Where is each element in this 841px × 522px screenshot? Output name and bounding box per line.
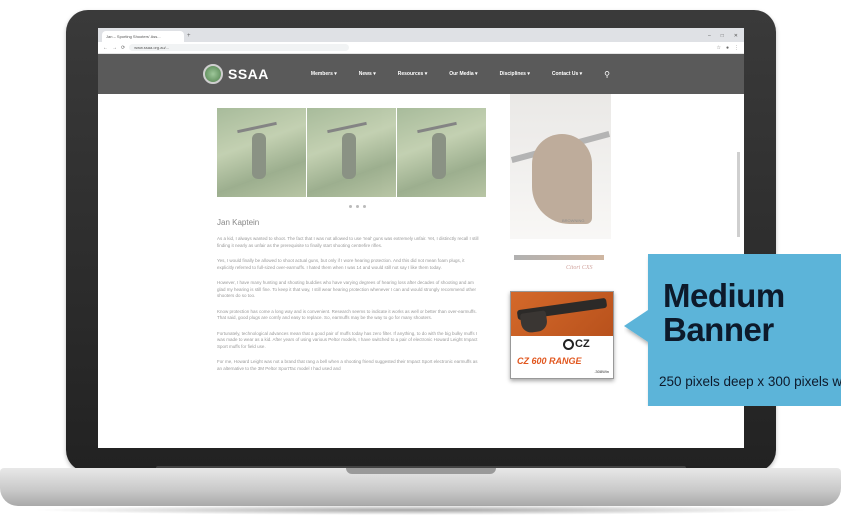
new-tab-button[interactable]: + xyxy=(187,31,191,42)
gallery-image[interactable] xyxy=(307,108,396,197)
reload-icon[interactable]: ⟳ xyxy=(121,45,125,51)
window-controls: – □ ✕ xyxy=(708,31,744,42)
article-author: Jan Kaptein xyxy=(217,218,260,227)
site-logo-text[interactable]: SSAA xyxy=(228,66,269,82)
callout-title-line2: Banner xyxy=(663,311,774,348)
close-button[interactable]: ✕ xyxy=(734,31,738,42)
back-icon[interactable]: ← xyxy=(103,45,108,51)
callout-title: Medium Banner xyxy=(663,279,841,347)
search-icon[interactable]: ⚲ xyxy=(604,70,610,79)
browser-addressbar: ← → ⟳ www.ssaa.org.au/... ☆ ● ⋮ xyxy=(98,42,744,54)
laptop-trackpad-notch xyxy=(346,468,496,474)
article-paragraph: Yes, I would finally be allowed to shoot… xyxy=(217,258,465,270)
nav-disciplines[interactable]: Disciplines ▾ xyxy=(500,71,530,77)
gallery-image[interactable] xyxy=(217,108,306,197)
photo-gallery xyxy=(217,108,497,197)
laptop-shadow xyxy=(30,505,811,515)
callout-title-line1: Medium xyxy=(663,277,785,314)
sidebar-ads: BROWNING Citori CXS xyxy=(510,94,611,281)
site-navbar: SSAA Members ▾ News ▾ Resources ▾ Our Me… xyxy=(98,54,744,94)
browser-tabbar: Jan – Sporting Shooters' Ass... + – □ ✕ xyxy=(98,28,744,42)
minimize-button[interactable]: – xyxy=(708,31,711,42)
cz-model-name: CZ 600 RANGE xyxy=(517,356,582,366)
star-icon[interactable]: ☆ xyxy=(716,45,720,51)
browser-tab[interactable]: Jan – Sporting Shooters' Ass... xyxy=(102,31,184,42)
nav-news[interactable]: News ▾ xyxy=(359,71,376,77)
callout-subtitle: 250 pixels deep x 300 pixels wide xyxy=(659,374,841,389)
forward-icon[interactable]: → xyxy=(112,45,117,51)
gallery-image[interactable] xyxy=(397,108,486,197)
shotgun-image xyxy=(514,255,604,260)
gallery-dot[interactable] xyxy=(362,205,366,208)
cz-caliber: .308Win xyxy=(594,369,609,374)
maximize-button[interactable]: □ xyxy=(721,31,724,42)
banner-callout: Medium Banner 250 pixels deep x 300 pixe… xyxy=(624,254,841,406)
gallery-dots xyxy=(217,205,497,208)
article-column: Jan Kaptein As a kid, I always wanted to… xyxy=(217,94,497,372)
cz-logo: CZ xyxy=(575,338,590,350)
article-paragraph: Know protection has come a long way and … xyxy=(217,308,477,321)
nav-contact-us[interactable]: Contact Us ▾ xyxy=(552,71,582,77)
gallery-dot[interactable] xyxy=(348,205,352,208)
cz-medium-banner-ad[interactable]: CZ CZ 600 RANGE .308Win xyxy=(510,291,614,379)
menu-icon[interactable]: ⋮ xyxy=(734,45,739,51)
nav-our-media[interactable]: Our Media ▾ xyxy=(449,71,477,77)
browser-actions: ☆ ● ⋮ xyxy=(716,45,739,51)
article-paragraph: Fortunately, technological advances mean… xyxy=(217,330,478,349)
gallery-dot[interactable] xyxy=(355,205,359,208)
nav-members[interactable]: Members ▾ xyxy=(311,71,337,77)
ssaa-logo-icon[interactable] xyxy=(203,64,223,84)
nav-resources[interactable]: Resources ▾ xyxy=(398,71,427,77)
article-paragraph: As a kid, I always wanted to shoot. The … xyxy=(217,236,479,248)
shotgun-stock-image xyxy=(532,134,592,224)
page-scrollbar[interactable] xyxy=(737,152,740,237)
citori-ad[interactable]: Citori CXS xyxy=(510,245,611,281)
article-paragraph: For me, Howard Leight was not a brand th… xyxy=(217,359,478,371)
url-input[interactable]: www.ssaa.org.au/... xyxy=(129,44,350,51)
ad-brand-label: Citori CXS xyxy=(566,265,593,271)
cz-emblem-icon xyxy=(563,339,574,350)
shotgun-ad[interactable]: BROWNING xyxy=(510,94,611,239)
stage: Jan – Sporting Shooters' Ass... + – □ ✕ … xyxy=(0,0,841,522)
ad-brand-label: BROWNING xyxy=(562,218,585,223)
profile-icon[interactable]: ● xyxy=(726,45,729,51)
article-paragraph: However, I have many hunting and shootin… xyxy=(217,280,476,298)
